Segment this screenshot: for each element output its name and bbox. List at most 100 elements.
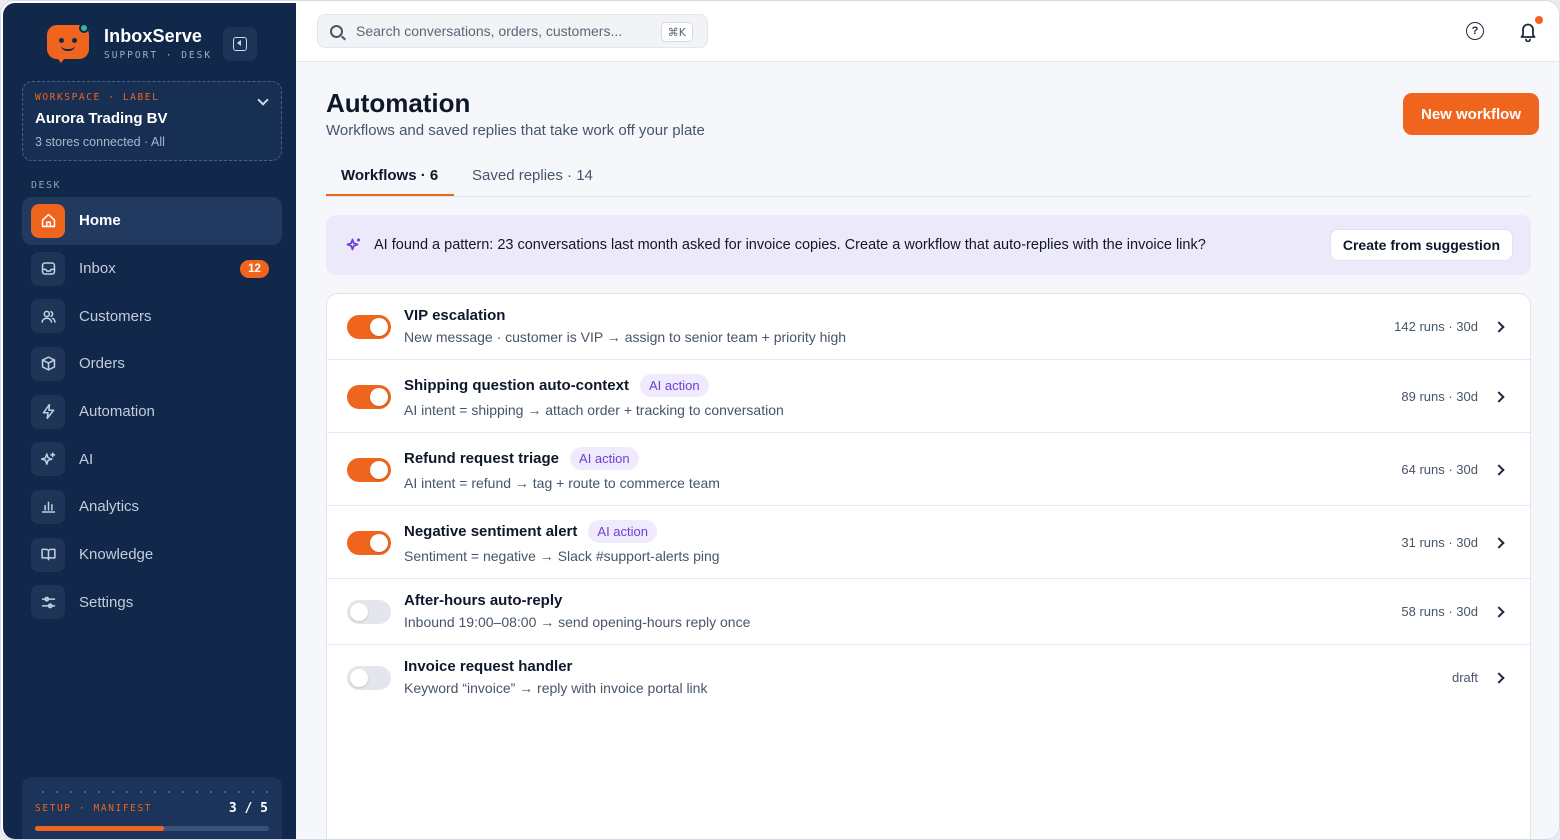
- unread-count-badge: 12: [240, 259, 269, 278]
- workflow-description: Inbound 19:00–08:00 → send opening-hours…: [404, 614, 751, 630]
- workflow-title-text: Shipping question auto-context: [404, 377, 629, 394]
- setup-progress-bar: [35, 826, 269, 831]
- help-icon[interactable]: ?: [1466, 22, 1484, 40]
- chevron-right-icon[interactable]: [1493, 463, 1505, 476]
- ai-action-tag: AI action: [588, 520, 657, 543]
- toggle-knob: [350, 669, 368, 687]
- sidebar-item-inbox[interactable]: Inbox 12: [22, 245, 282, 293]
- tab-bar: Workflows · 6 Saved replies · 14: [326, 159, 1531, 197]
- home-icon: [31, 203, 65, 238]
- tab-workflows[interactable]: Workflows · 6: [341, 167, 438, 195]
- book-icon: [31, 537, 65, 572]
- sidebar-item-orders[interactable]: Orders: [22, 340, 282, 388]
- workflow-description: Keyword “invoice” → reply with invoice p…: [404, 680, 708, 696]
- setup-progress-card[interactable]: SETUP · MANIFEST 3 / 5: [22, 777, 282, 839]
- workflow-toggle[interactable]: [347, 666, 391, 690]
- tab-saved-replies[interactable]: Saved replies · 14: [472, 167, 593, 195]
- nav-section-label: DESK: [31, 180, 62, 191]
- workflow-row[interactable]: Refund request triage AI action AI intent …: [327, 433, 1530, 506]
- ai-suggestion-banner: AI found a pattern: 23 conversations las…: [326, 215, 1531, 275]
- workflow-title: Negative sentiment alert AI action: [404, 520, 657, 543]
- setup-label: SETUP · MANIFEST: [35, 803, 153, 814]
- keyboard-shortcut-hint: ⌘K: [660, 22, 693, 42]
- workflow-description: AI intent = refund → tag + route to comm…: [404, 475, 720, 491]
- top-bar: Search conversations, orders, customers.…: [296, 1, 1559, 62]
- collapse-sidebar-button[interactable]: [223, 27, 257, 61]
- chevron-right-icon[interactable]: [1493, 321, 1505, 333]
- workflow-title: VIP escalation: [404, 307, 505, 324]
- workflow-title: Refund request triage AI action: [404, 447, 639, 470]
- workflow-description: Sentiment = negative → Slack #support-al…: [404, 548, 720, 564]
- sidebar-item-label: Settings: [79, 593, 134, 611]
- customers-icon: [31, 299, 65, 334]
- setup-count: 3 / 5: [228, 801, 268, 816]
- brand: InboxServe SUPPORT · DESK: [47, 23, 212, 63]
- chevron-right-icon[interactable]: [1493, 606, 1505, 618]
- page-subtitle: Workflows and saved replies that take wo…: [326, 122, 705, 139]
- create-from-suggestion-button[interactable]: Create from suggestion: [1329, 229, 1513, 261]
- workflow-title-text: VIP escalation: [404, 307, 506, 324]
- workflow-description: AI intent = shipping → attach order + tr…: [404, 402, 784, 418]
- setup-progress-fill: [35, 826, 164, 831]
- search-placeholder: Search conversations, orders, customers.…: [356, 23, 623, 39]
- bar-chart-icon: [31, 489, 65, 524]
- sidebar-item-ai[interactable]: AI: [22, 435, 282, 483]
- workflow-title: After-hours auto-reply: [404, 592, 562, 609]
- workflow-runs: 64 runs · 30d: [1401, 461, 1478, 477]
- workflow-toggle[interactable]: [347, 457, 391, 482]
- workflow-row[interactable]: Shipping question auto-context AI action A…: [327, 360, 1530, 433]
- sidebar-nav: Home Inbox 12 Customers Orders Automatio…: [22, 197, 282, 626]
- sidebar-item-knowledge[interactable]: Knowledge: [22, 531, 282, 579]
- notification-dot: [1535, 16, 1543, 24]
- sidebar-item-analytics[interactable]: Analytics: [22, 483, 282, 531]
- workflow-description: New message · customer is VIP → assign t…: [404, 329, 847, 345]
- box-icon: [31, 346, 65, 381]
- sidebar-item-label: Analytics: [79, 498, 140, 516]
- workspace-switcher[interactable]: WORKSPACE · LABEL Aurora Trading BV 3 st…: [22, 81, 282, 161]
- ai-action-tag: AI action: [570, 447, 639, 470]
- sidebar-collapse-icon: [233, 37, 247, 51]
- workflow-runs: 142 runs · 30d: [1394, 319, 1478, 334]
- brand-name: InboxServe: [104, 25, 203, 46]
- bell-icon[interactable]: [1518, 20, 1538, 43]
- workflow-row[interactable]: Invoice request handler Keyword “invoice”…: [327, 645, 1530, 711]
- inbox-icon: [31, 251, 65, 286]
- sidebar-item-home[interactable]: Home: [22, 197, 282, 245]
- workflow-title-text: After-hours auto-reply: [404, 592, 563, 609]
- sidebar-item-customers[interactable]: Customers: [22, 292, 282, 340]
- divider: [36, 791, 268, 793]
- toggle-knob: [370, 387, 388, 406]
- sidebar-item-label: Orders: [79, 355, 125, 373]
- page-title: Automation: [326, 88, 471, 118]
- sidebar-item-label: AI: [79, 450, 94, 468]
- app-window: InboxServe SUPPORT · DESK WORKSPACE · LA…: [0, 0, 1560, 840]
- main-content: Automation Workflows and saved replies t…: [296, 62, 1559, 839]
- workflow-runs: 31 runs · 30d: [1401, 534, 1478, 550]
- brand-subtitle: SUPPORT · DESK: [104, 49, 213, 61]
- sidebar-item-label: Customers: [79, 307, 152, 325]
- chevron-right-icon[interactable]: [1493, 672, 1505, 684]
- ai-action-tag: AI action: [640, 374, 709, 397]
- workspace-meta: 3 stores connected · All: [35, 135, 165, 149]
- workflow-toggle[interactable]: [347, 384, 391, 409]
- sparkles-icon: [31, 442, 65, 477]
- workflow-row[interactable]: Negative sentiment alert AI action Sentime…: [327, 506, 1530, 579]
- workflow-toggle[interactable]: [347, 530, 391, 555]
- new-workflow-button[interactable]: New workflow: [1403, 93, 1539, 135]
- workflow-toggle[interactable]: [347, 600, 391, 624]
- search-input[interactable]: Search conversations, orders, customers.…: [317, 14, 708, 48]
- chevron-right-icon[interactable]: [1493, 536, 1505, 549]
- toggle-knob: [370, 460, 388, 479]
- toggle-knob: [350, 603, 368, 621]
- workflow-row[interactable]: VIP escalation New message · customer is …: [327, 294, 1530, 360]
- active-tab-indicator: [326, 194, 454, 196]
- sidebar-item-automation[interactable]: Automation: [22, 388, 282, 436]
- workflow-title-text: Invoice request handler: [404, 658, 573, 675]
- workflow-toggle[interactable]: [347, 315, 391, 339]
- suggestion-text: AI found a pattern: 23 conversations las…: [374, 237, 1206, 253]
- bolt-icon: [31, 394, 65, 429]
- sidebar-item-settings[interactable]: Settings: [22, 579, 282, 627]
- toggle-knob: [370, 318, 388, 336]
- workflow-row[interactable]: After-hours auto-reply Inbound 19:00–08:0…: [327, 579, 1530, 645]
- chevron-right-icon[interactable]: [1493, 390, 1505, 403]
